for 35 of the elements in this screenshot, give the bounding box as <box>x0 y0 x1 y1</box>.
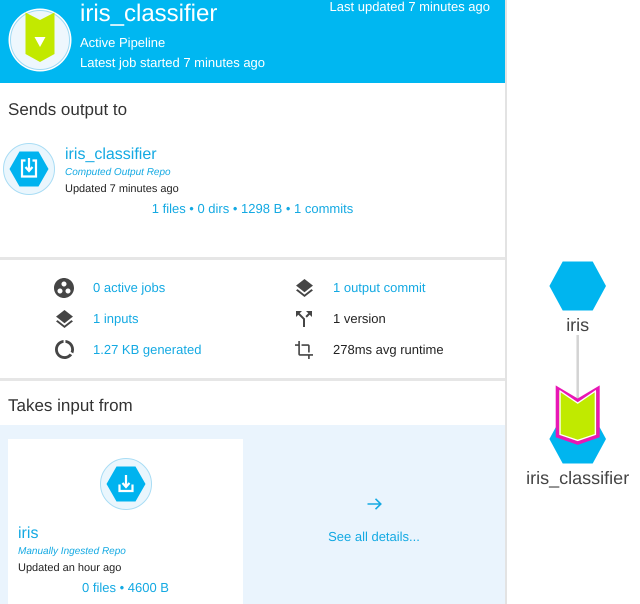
stat-text: 1 version <box>333 310 386 328</box>
see-all-details-link[interactable]: See all details... <box>328 498 420 546</box>
latest-job-text: Latest job started 7 minutes ago <box>80 54 266 72</box>
repo-type-text: Computed Output Repo <box>65 166 171 180</box>
section-heading: Sends output to <box>8 99 128 121</box>
ring-icon <box>54 340 74 359</box>
repo-icon <box>3 143 55 195</box>
layers-icon <box>56 310 72 328</box>
pipeline-node[interactable] <box>549 385 606 464</box>
pipeline-status: Active Pipeline <box>80 34 166 52</box>
node-label: iris_classifier <box>526 468 630 488</box>
repo-icon <box>100 458 152 510</box>
crop-icon <box>295 340 313 358</box>
repo-stats-link[interactable]: 0 files • 4600 B <box>82 579 169 597</box>
repo-stats-link[interactable]: 1 files • 0 dirs • 1298 B • 1 commits <box>152 200 354 218</box>
stat-text: 278ms avg runtime <box>333 340 444 358</box>
stat-link[interactable]: 1.27 KB generated <box>93 340 202 358</box>
pipeline-title: iris_classifier <box>80 0 218 28</box>
section-heading: Takes input from <box>8 395 133 417</box>
arrow-right-icon <box>366 498 382 510</box>
stat-link[interactable]: 0 active jobs <box>93 278 166 296</box>
stat-link[interactable]: 1 output commit <box>333 278 426 296</box>
repo-updated-text: Updated 7 minutes ago <box>65 182 179 197</box>
repo-name-link[interactable]: iris <box>18 524 38 544</box>
fork-icon <box>296 310 312 326</box>
stat-link[interactable]: 1 inputs <box>93 310 139 328</box>
last-updated-text: Last updated 7 minutes ago <box>330 0 490 14</box>
edge-line <box>576 335 579 398</box>
repo-type-text: Manually Ingested Repo <box>18 545 126 559</box>
node-label: iris <box>566 315 590 335</box>
repo-name-link[interactable]: iris_classifier <box>65 145 157 165</box>
pipeline-avatar-icon <box>8 8 72 72</box>
repo-updated-text: Updated an hour ago <box>18 561 122 576</box>
repo-node[interactable] <box>549 262 606 310</box>
layers-icon <box>296 278 312 296</box>
